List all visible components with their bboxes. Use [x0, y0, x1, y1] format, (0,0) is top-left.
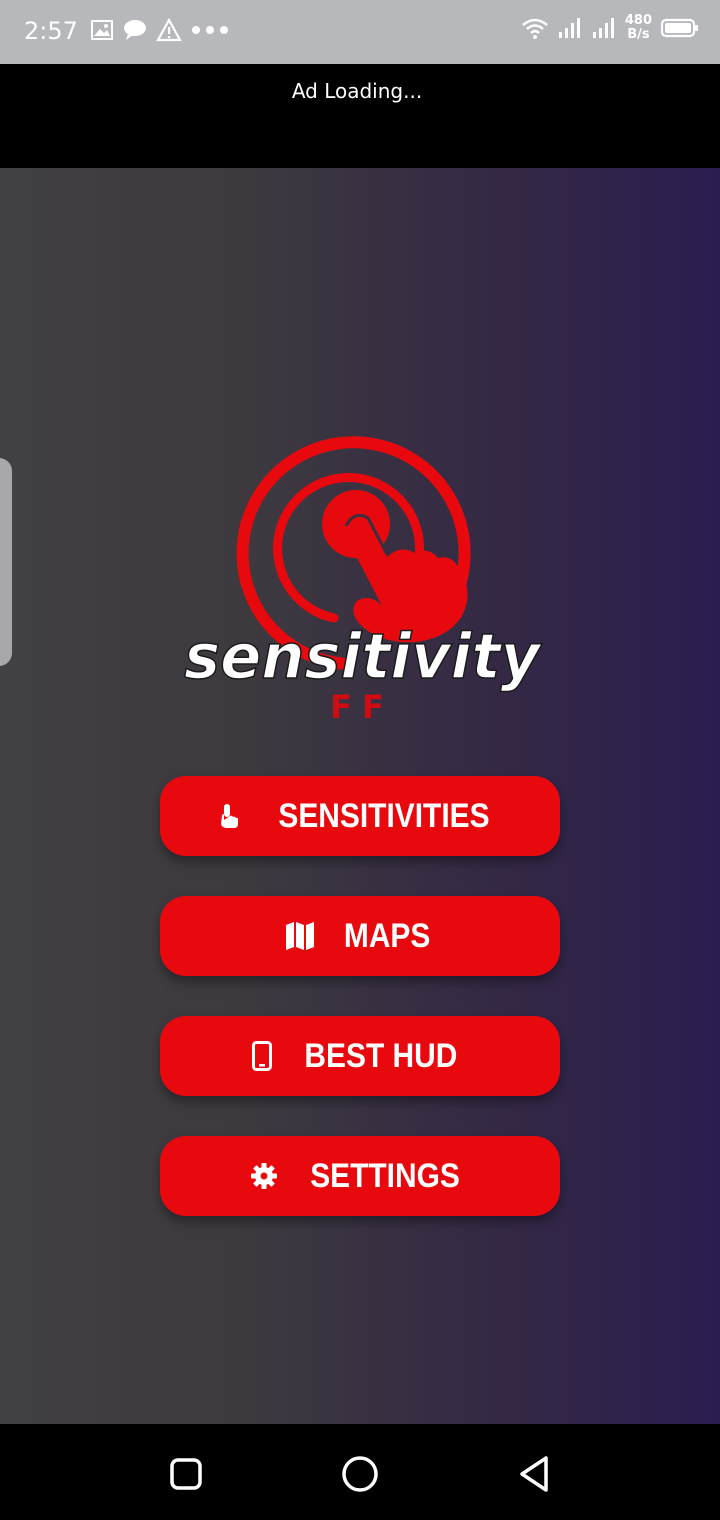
logo-wordmark: sensitivity	[184, 620, 543, 693]
ad-banner[interactable]: Ad Loading...	[0, 64, 720, 168]
status-bar: 2:57 480 B/s	[0, 0, 720, 64]
sensitivities-button[interactable]: SENSITIVITIES	[160, 776, 560, 856]
best-hud-label: BEST HUD	[304, 1036, 458, 1075]
status-time: 2:57	[24, 17, 78, 45]
app-logo: sensitivity FF	[183, 436, 543, 726]
hand-pointer-icon	[216, 802, 242, 830]
ad-loading-text: Ad Loading...	[291, 79, 423, 103]
network-speed: 480 B/s	[625, 14, 652, 42]
net-speed-value: 480	[624, 13, 652, 28]
best-hud-button[interactable]: BEST HUD	[160, 1016, 560, 1096]
battery-icon	[660, 18, 698, 38]
signal-icon	[592, 18, 614, 38]
gear-icon	[250, 1162, 278, 1190]
settings-label: SETTINGS	[310, 1156, 460, 1195]
navigation-bar	[0, 1424, 720, 1520]
back-icon[interactable]	[512, 1452, 556, 1496]
notification-icons	[90, 18, 230, 42]
chat-icon	[124, 20, 146, 40]
warning-icon	[156, 18, 182, 42]
system-icons: 480 B/s	[521, 14, 700, 42]
map-icon	[284, 921, 316, 951]
more-dots-icon	[192, 26, 228, 34]
gallery-icon	[91, 20, 113, 40]
net-speed-unit: B/s	[627, 27, 650, 42]
side-drawer-handle[interactable]	[0, 458, 12, 666]
mobile-phone-icon	[252, 1041, 273, 1071]
main-screen: sensitivity FF SENSITIVITIES MAPS BEST H…	[0, 168, 720, 1424]
logo-subtitle: FF	[330, 688, 394, 726]
recent-apps-icon[interactable]	[164, 1452, 208, 1496]
home-icon[interactable]	[338, 1452, 382, 1496]
maps-button[interactable]: MAPS	[160, 896, 560, 976]
signal-icon	[558, 18, 580, 38]
settings-button[interactable]: SETTINGS	[160, 1136, 560, 1216]
maps-label: MAPS	[343, 916, 431, 955]
sensitivities-label: SENSITIVITIES	[278, 796, 490, 835]
wifi-icon	[522, 18, 548, 39]
